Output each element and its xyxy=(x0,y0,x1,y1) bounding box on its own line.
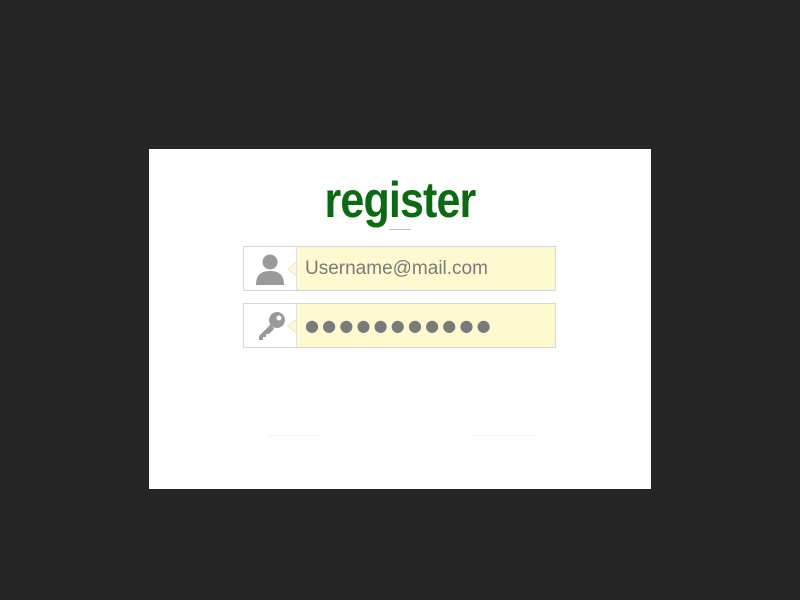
title-divider xyxy=(389,229,411,230)
username-input[interactable] xyxy=(305,247,545,290)
password-field[interactable]: ●●●●●●●●●●● xyxy=(243,303,556,348)
field-pointer xyxy=(288,320,296,332)
page-title: register xyxy=(324,172,477,228)
password-input[interactable]: ●●●●●●●●●●● xyxy=(305,304,494,347)
user-icon xyxy=(256,254,284,285)
username-field[interactable] xyxy=(243,246,556,291)
faint-divider xyxy=(474,435,534,436)
register-card: register ●●●●●●●●●●● xyxy=(149,149,651,489)
key-icon xyxy=(259,312,285,340)
field-pointer xyxy=(288,263,296,275)
faint-divider xyxy=(269,435,319,436)
